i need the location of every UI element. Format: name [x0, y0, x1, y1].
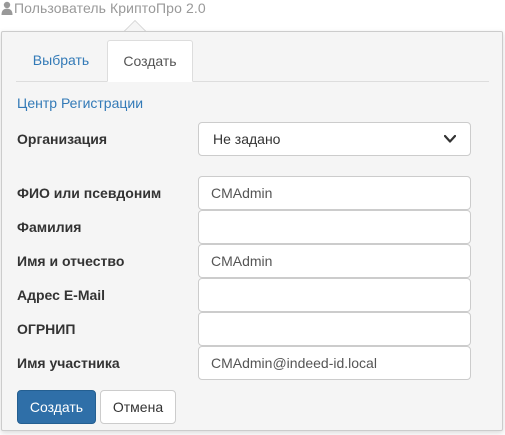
- tab-create[interactable]: Создать: [107, 40, 193, 82]
- create-button[interactable]: Создать: [17, 390, 96, 424]
- tabs-divider: [16, 81, 489, 82]
- given-name-input[interactable]: [198, 244, 471, 278]
- registration-center-link[interactable]: Центр Регистрации: [17, 95, 143, 111]
- participant-name-label: Имя участника: [17, 355, 120, 371]
- user-icon: [1, 1, 13, 15]
- fio-label: ФИО или псевдоним: [17, 185, 162, 201]
- surname-input[interactable]: [198, 210, 471, 244]
- surname-label: Фамилия: [17, 219, 82, 235]
- given-name-label: Имя и отчество: [17, 253, 125, 269]
- ogrnip-input[interactable]: [198, 312, 471, 346]
- email-input[interactable]: [198, 278, 471, 312]
- fio-input[interactable]: [198, 176, 471, 210]
- ogrnip-label: ОГРНИП: [17, 321, 76, 337]
- participant-name-input[interactable]: [198, 346, 471, 380]
- chevron-down-icon: [444, 134, 456, 143]
- organization-select[interactable]: Не задано: [198, 122, 471, 156]
- user-name-label[interactable]: Пользователь КриптоПро 2.0: [14, 0, 206, 16]
- user-menu[interactable]: Пользователь КриптоПро 2.0: [0, 0, 505, 18]
- organization-select-value: Не задано: [213, 131, 281, 147]
- organization-label: Организация: [17, 131, 108, 147]
- tab-select[interactable]: Выбрать: [16, 40, 106, 81]
- popover-caret: [125, 21, 145, 31]
- cancel-button[interactable]: Отмена: [100, 390, 176, 424]
- email-label: Адрес E-Mail: [17, 287, 106, 303]
